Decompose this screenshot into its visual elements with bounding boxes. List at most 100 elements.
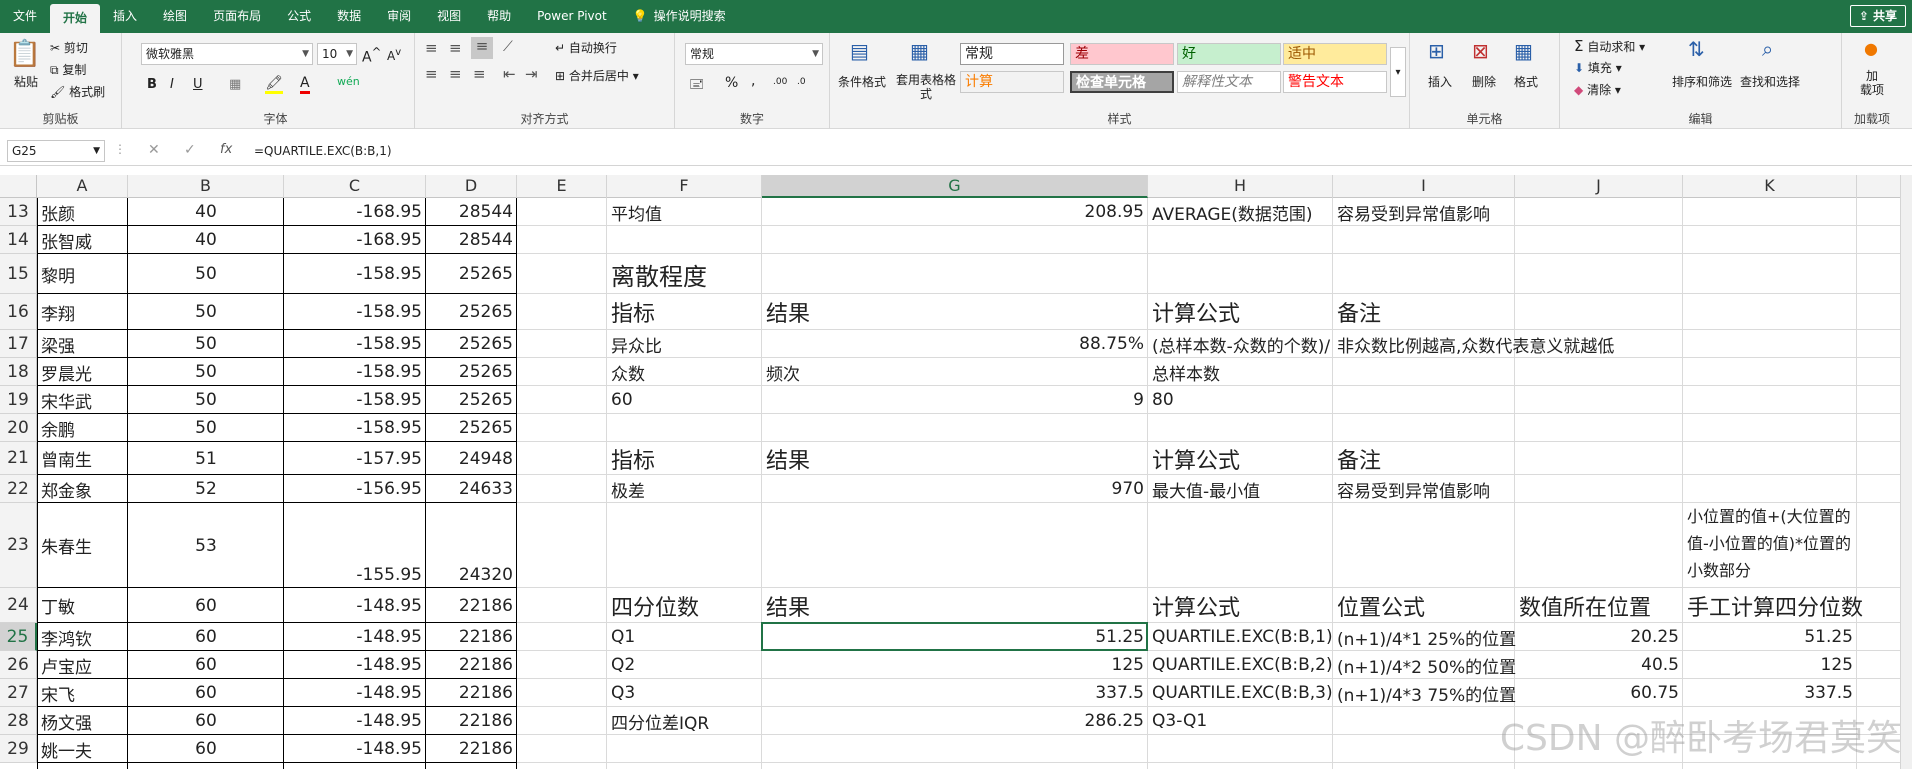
wrap-text-button[interactable]: ↵ 自动换行	[555, 39, 617, 56]
addins-button[interactable]: 加 载项	[1860, 69, 1884, 97]
increase-font-icon[interactable]: A^	[362, 45, 381, 66]
cell-B20[interactable]: 50	[128, 414, 284, 442]
cell-B19[interactable]: 50	[128, 386, 284, 414]
cell-H18[interactable]: 总样本数	[1148, 358, 1333, 386]
tab-4[interactable]: 页面布局	[200, 0, 274, 33]
cell-J24[interactable]: 数值所在位置	[1515, 588, 1683, 623]
cell-B23[interactable]: 53	[128, 503, 284, 588]
cell-A21[interactable]: 曾南生	[37, 442, 128, 475]
cell-style-2[interactable]: 好	[1177, 43, 1281, 65]
delete-button[interactable]: 删除	[1472, 73, 1496, 90]
cell-I17[interactable]: 非众数比例越高,众数代表意义就越低	[1333, 330, 1618, 358]
comma-button[interactable]: ,	[751, 73, 755, 89]
cell-A24[interactable]: 丁敏	[37, 588, 128, 623]
cell-A27[interactable]: 宋飞	[37, 679, 128, 707]
tab-11[interactable]: 💡 操作说明搜索	[620, 0, 739, 33]
conditional-format-button[interactable]: 条件格式	[838, 73, 886, 90]
cell-B16[interactable]: 50	[128, 294, 284, 330]
cell-A14[interactable]: 张智威	[37, 226, 128, 254]
cell-B24[interactable]: 60	[128, 588, 284, 623]
cell-B25[interactable]: 60	[128, 623, 284, 651]
cell-I22[interactable]: 容易受到异常值影响	[1333, 475, 1515, 503]
row-header-21[interactable]: 21	[0, 442, 37, 475]
cell-D24[interactable]: 22186	[426, 588, 517, 623]
cell-G26[interactable]: 125	[762, 651, 1148, 679]
font-name-select[interactable]: 微软雅黑 ▼	[141, 43, 313, 65]
number-format-select[interactable]: 常规 ▼	[685, 43, 823, 65]
cell-F21[interactable]: 指标	[607, 442, 762, 475]
sort-filter-button[interactable]: 排序和筛选	[1672, 73, 1732, 90]
cell-I16[interactable]: 备注	[1333, 294, 1515, 330]
copy-button[interactable]: ⧉ 复制	[50, 61, 86, 78]
cell-A25[interactable]: 李鸿钦	[37, 623, 128, 651]
cell-G27[interactable]: 337.5	[762, 679, 1148, 707]
addin-icon[interactable]: ●	[1864, 39, 1878, 58]
cell-D19[interactable]: 25265	[426, 386, 517, 414]
column-header-F[interactable]: F	[607, 175, 762, 198]
row-header-17[interactable]: 17	[0, 330, 37, 358]
cell-A19[interactable]: 宋华武	[37, 386, 128, 414]
tab-2[interactable]: 插入	[100, 0, 150, 33]
column-header-C[interactable]: C	[284, 175, 426, 198]
cell-K23[interactable]: 小位置的值+(大位置的值-小位置的值)*位置的小数部分	[1683, 503, 1857, 588]
cell-I21[interactable]: 备注	[1333, 442, 1515, 475]
cell-F25[interactable]: Q1	[607, 623, 762, 651]
border-icon[interactable]: ▦	[229, 77, 241, 92]
column-header-H[interactable]: H	[1148, 175, 1333, 198]
tab-6[interactable]: 数据	[324, 0, 374, 33]
cell-K25[interactable]: 51.25	[1683, 623, 1857, 651]
cell-A18[interactable]: 罗晨光	[37, 358, 128, 386]
cell-J27[interactable]: 60.75	[1515, 679, 1683, 707]
orientation-icon[interactable]: ⟋	[503, 39, 513, 55]
cell-B26[interactable]: 60	[128, 651, 284, 679]
align-bottom-icon[interactable]: ≡	[471, 37, 493, 59]
column-header-D[interactable]: D	[426, 175, 517, 198]
underline-button[interactable]: U	[193, 77, 203, 92]
cell-A20[interactable]: 余鹏	[37, 414, 128, 442]
row-header-16[interactable]: 16	[0, 294, 37, 330]
row-header-14[interactable]: 14	[0, 226, 37, 254]
cell-G13[interactable]: 208.95	[762, 198, 1148, 226]
gallery-more-icon[interactable]: ▾	[1390, 47, 1406, 97]
cell-C22[interactable]: -156.95	[284, 475, 426, 503]
currency-icon[interactable]: 🖃	[689, 75, 704, 97]
align-left-icon[interactable]: ≡	[425, 65, 438, 83]
cell-style-7[interactable]: 警告文本	[1283, 71, 1387, 93]
cell-D14[interactable]: 28544	[426, 226, 517, 254]
check-icon[interactable]: ✓	[184, 142, 196, 158]
tab-8[interactable]: 视图	[424, 0, 474, 33]
insert-cells-icon[interactable]: ⊞	[1428, 39, 1445, 63]
format-cells-icon[interactable]: ▦	[1514, 39, 1533, 63]
cell-G28[interactable]: 286.25	[762, 707, 1148, 735]
cell-A15[interactable]: 黎明	[37, 254, 128, 294]
cell-H13[interactable]: AVERAGE(数据范围)	[1148, 198, 1333, 226]
cell-H26[interactable]: QUARTILE.EXC(B:B,2)	[1148, 651, 1337, 679]
cell-C21[interactable]: -157.95	[284, 442, 426, 475]
column-header-I[interactable]: I	[1333, 175, 1515, 198]
phonetic-icon[interactable]: wén	[337, 75, 360, 88]
row-header-28[interactable]: 28	[0, 707, 37, 735]
column-header-K[interactable]: K	[1683, 175, 1857, 198]
cell-D28[interactable]: 22186	[426, 707, 517, 735]
format-table-icon[interactable]: ▦	[910, 39, 929, 63]
cell-D29[interactable]: 22186	[426, 735, 517, 763]
font-color-icon[interactable]: A	[300, 75, 310, 94]
fill-color-icon[interactable]: 🖍	[265, 75, 283, 94]
cell-style-6[interactable]: 解释性文本	[1177, 71, 1281, 93]
decrease-font-icon[interactable]: Av	[387, 47, 401, 63]
cell-style-5[interactable]: 检查单元格	[1070, 71, 1174, 93]
cell-K27[interactable]: 337.5	[1683, 679, 1857, 707]
cell-C29[interactable]: -148.95	[284, 735, 426, 763]
column-header-B[interactable]: B	[128, 175, 284, 198]
cell-B29[interactable]: 60	[128, 735, 284, 763]
cell-A16[interactable]: 李翔	[37, 294, 128, 330]
cell-C18[interactable]: -158.95	[284, 358, 426, 386]
cell-H28[interactable]: Q3-Q1	[1148, 707, 1333, 735]
cell-G21[interactable]: 结果	[762, 442, 1148, 475]
cell-H19[interactable]: 80	[1148, 386, 1333, 414]
cut-button[interactable]: ✂ 剪切	[50, 39, 88, 56]
tab-3[interactable]: 绘图	[150, 0, 200, 33]
fill-button[interactable]: ⬇ 填充 ▾	[1574, 59, 1622, 76]
cell-C13[interactable]: -168.95	[284, 198, 426, 226]
cell-C17[interactable]: -158.95	[284, 330, 426, 358]
